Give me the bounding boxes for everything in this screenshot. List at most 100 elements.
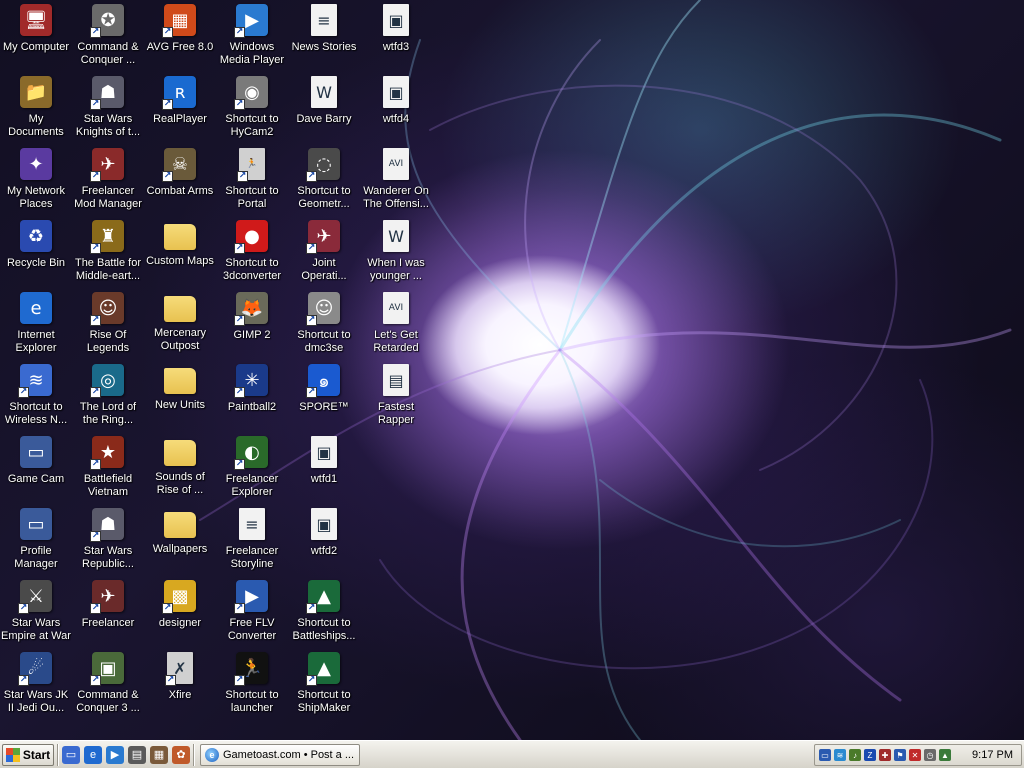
freelancer-mod-icon: ✈ ↗: [90, 148, 124, 182]
desktop-icon[interactable]: ✗ ↗ Xfire: [144, 650, 216, 722]
desktop-icon[interactable]: ⚔ ↗ Star Wars Empire at War: [0, 578, 72, 650]
network-tray-icon[interactable]: ▭: [819, 749, 831, 761]
desktop-icon[interactable]: ☗ ↗ Star Wars Republic...: [72, 506, 144, 578]
desktop-icon-label: Profile Manager: [14, 545, 58, 570]
show-desktop-icon[interactable]: ▭: [62, 745, 80, 764]
desktop-icon[interactable]: ▣ wtfd2: [288, 506, 360, 578]
media-player-icon[interactable]: ▶: [106, 745, 124, 764]
desktop-icon-label: Command & Conquer ...: [77, 41, 139, 66]
wireless-tray-icon[interactable]: ≋: [834, 749, 846, 761]
desktop-icon[interactable]: ◌ ↗ Shortcut to Geometr...: [288, 146, 360, 218]
desktop-icon[interactable]: ≋ ↗ Shortcut to Wireless N...: [0, 362, 72, 434]
desktop-icon-label: Joint Operati...: [301, 257, 347, 282]
desktop-icon-label: My Documents: [8, 113, 64, 138]
desktop-icon[interactable]: ● ↗ Shortcut to 3dconverter: [216, 218, 288, 290]
desktop-icon[interactable]: ☺ ↗ Rise Of Legends: [72, 290, 144, 362]
desktop-icon[interactable]: AVI Let's Get Retarded: [360, 290, 432, 362]
desktop-icon[interactable]: Sounds of Rise of ...: [144, 434, 216, 506]
desktop-icon[interactable]: 🏃 ↗ Shortcut to launcher: [216, 650, 288, 722]
volume-tray-icon[interactable]: ♪: [849, 749, 861, 761]
desktop-icon[interactable]: ▶ ↗ Free FLV Converter: [216, 578, 288, 650]
clock[interactable]: 9:17 PM: [972, 749, 1013, 761]
desktop-icon[interactable]: ☺ ↗ Shortcut to dmc3se: [288, 290, 360, 362]
desktop-icon[interactable]: Custom Maps: [144, 218, 216, 290]
app-icon[interactable]: ▦: [150, 745, 168, 764]
word-document-icon: W: [383, 220, 409, 252]
desktop-icon[interactable]: ♜ ↗ The Battle for Middle-eart...: [72, 218, 144, 290]
start-button[interactable]: Start: [2, 743, 54, 766]
internet-explorer-icon[interactable]: e: [84, 745, 102, 764]
desktop-icon[interactable]: ▦ ↗ AVG Free 8.0: [144, 2, 216, 74]
desktop-icon[interactable]: ▣ wtfd1: [288, 434, 360, 506]
desktop-icon[interactable]: W When I was younger ...: [360, 218, 432, 290]
shortcut-arrow-icon: ↗: [162, 27, 173, 38]
desktop-icon[interactable]: ◐ ↗ Freelancer Explorer: [216, 434, 288, 506]
desktop-icon[interactable]: ▭ Game Cam: [0, 434, 72, 506]
desktop-icon[interactable]: 🏃 ↗ Shortcut to Portal: [216, 146, 288, 218]
shortcut-arrow-icon: ↗: [234, 27, 245, 38]
flag-tray-icon[interactable]: ⚑: [894, 749, 906, 761]
desktop-icon[interactable]: New Units: [144, 362, 216, 434]
app-icon[interactable]: ✿: [172, 745, 190, 764]
image-file-icon: ▣: [383, 76, 409, 108]
desktop-icon[interactable]: AVI Wanderer On The Offensi...: [360, 146, 432, 218]
desktop-icon[interactable]: ʀ ↗ RealPlayer: [144, 74, 216, 146]
desktop-icon[interactable]: ▣ ↗ Command & Conquer 3 ...: [72, 650, 144, 722]
internet-explorer-icon: e: [20, 292, 52, 324]
desktop-icon[interactable]: ▲ ↗ Shortcut to ShipMaker: [288, 650, 360, 722]
star-wars-jk-icon: ☄ ↗: [18, 652, 52, 686]
desktop-icon[interactable]: ▶ ↗ Windows Media Player: [216, 2, 288, 74]
desktop-icon[interactable]: ☄ ↗ Star Wars JK II Jedi Ou...: [0, 650, 72, 722]
desktop-icon[interactable]: ▭ Profile Manager: [0, 506, 72, 578]
desktop-icon[interactable]: ≡ News Stories: [288, 2, 360, 74]
start-label: Start: [22, 747, 51, 762]
image-file-icon: ▣: [311, 436, 337, 468]
app-icon[interactable]: ▤: [128, 745, 146, 764]
internet-explorer-icon: e: [205, 747, 219, 762]
desktop-icon[interactable]: 🦊 ↗ GIMP 2: [216, 290, 288, 362]
desktop-icon[interactable]: ◉ ↗ Shortcut to HyCam2: [216, 74, 288, 146]
desktop-icon[interactable]: ♻ Recycle Bin: [0, 218, 72, 290]
desktop-icon[interactable]: 📁 My Documents: [0, 74, 72, 146]
computer-icon: 🖥: [20, 4, 52, 36]
desktop-icon[interactable]: ▤ Fastest Rapper: [360, 362, 432, 434]
desktop-icon-label: Shortcut to Portal: [225, 185, 279, 210]
desktop-icon[interactable]: ✳ ↗ Paintball2: [216, 362, 288, 434]
desktop-icon[interactable]: ≡ Freelancer Storyline: [216, 506, 288, 578]
taskbar-window-button[interactable]: e Gametoast.com • Post a ...: [200, 743, 360, 766]
shortcut-arrow-icon: ↗: [90, 315, 101, 326]
battleships-icon: ▲ ↗: [306, 580, 340, 614]
desktop-icon[interactable]: ▣ wtfd3: [360, 2, 432, 74]
desktop-icon[interactable]: ★ ↗ Battlefield Vietnam: [72, 434, 144, 506]
desktop: 🖥 My Computer 📁 My Documents ✦ My Network Pla…: [0, 0, 1024, 740]
avg-tray-icon[interactable]: ✕: [909, 749, 921, 761]
clock-tray-icon[interactable]: ◷: [924, 749, 936, 761]
desktop-icon-label: wtfd2: [310, 545, 338, 557]
desktop-icon[interactable]: W Dave Barry: [288, 74, 360, 146]
desktop-icon[interactable]: ✪ ↗ Command & Conquer ...: [72, 2, 144, 74]
app-tray-icon[interactable]: ▲: [939, 749, 951, 761]
desktop-icon[interactable]: ▣ wtfd4: [360, 74, 432, 146]
desktop-icon[interactable]: ๑ ↗ SPORE™: [288, 362, 360, 434]
desktop-icon[interactable]: ✈ ↗ Joint Operati...: [288, 218, 360, 290]
desktop-icon[interactable]: ✦ My Network Places: [0, 146, 72, 218]
desktop-icon[interactable]: ✈ ↗ Freelancer Mod Manager: [72, 146, 144, 218]
desktop-icon[interactable]: 🖥 My Computer: [0, 2, 72, 74]
desktop-icon[interactable]: ▲ ↗ Shortcut to Battleships...: [288, 578, 360, 650]
desktop-icon[interactable]: ▩ ↗ designer: [144, 578, 216, 650]
desktop-icon[interactable]: Mercenary Outpost: [144, 290, 216, 362]
desktop-icon[interactable]: Wallpapers: [144, 506, 216, 578]
command-conquer-3-icon: ▣ ↗: [90, 652, 124, 686]
shield-tray-icon[interactable]: ✚: [879, 749, 891, 761]
desktop-icon[interactable]: ✈ ↗ Freelancer: [72, 578, 144, 650]
desktop-icon[interactable]: ☠ ↗ Combat Arms: [144, 146, 216, 218]
video-file-icon: ▤: [383, 364, 409, 396]
desktop-icon-label: Shortcut to ShipMaker: [297, 689, 351, 714]
zd-tray-icon[interactable]: Z: [864, 749, 876, 761]
desktop-icon-label: Dave Barry: [296, 113, 352, 125]
desktop-icon[interactable]: ☗ ↗ Star Wars Knights of t...: [72, 74, 144, 146]
desktop-icon-label: Shortcut to HyCam2: [225, 113, 279, 138]
desktop-icon[interactable]: ◎ ↗ The Lord of the Ring...: [72, 362, 144, 434]
desktop-icon[interactable]: e Internet Explorer: [0, 290, 72, 362]
desktop-icon-label: Freelancer Mod Manager: [74, 185, 142, 210]
